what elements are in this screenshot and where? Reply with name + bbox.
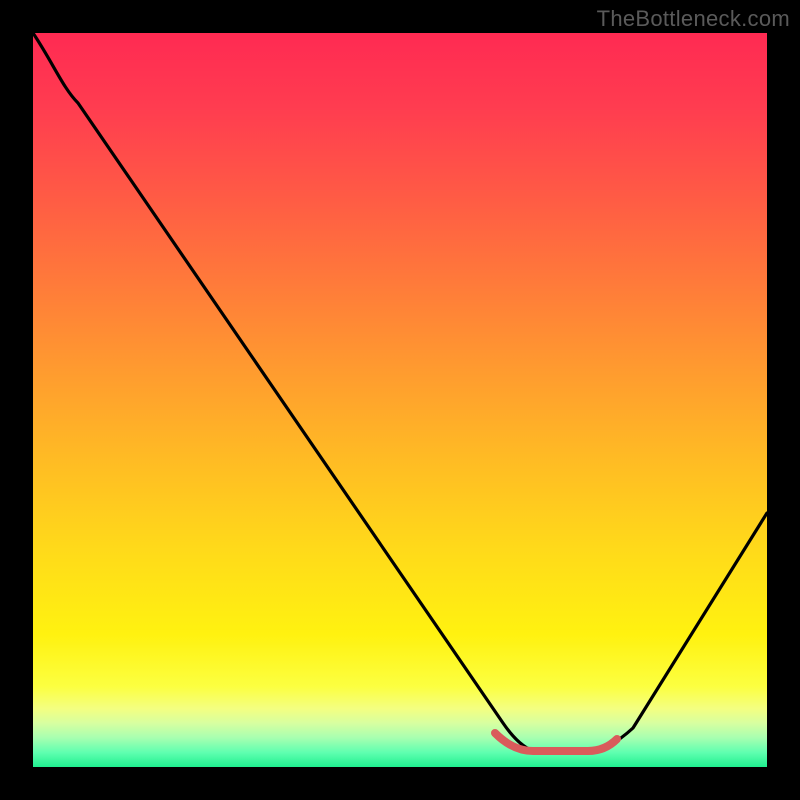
chart-background-gradient [33, 33, 767, 767]
chart-plot-area [33, 33, 767, 767]
watermark-text: TheBottleneck.com [597, 6, 790, 32]
